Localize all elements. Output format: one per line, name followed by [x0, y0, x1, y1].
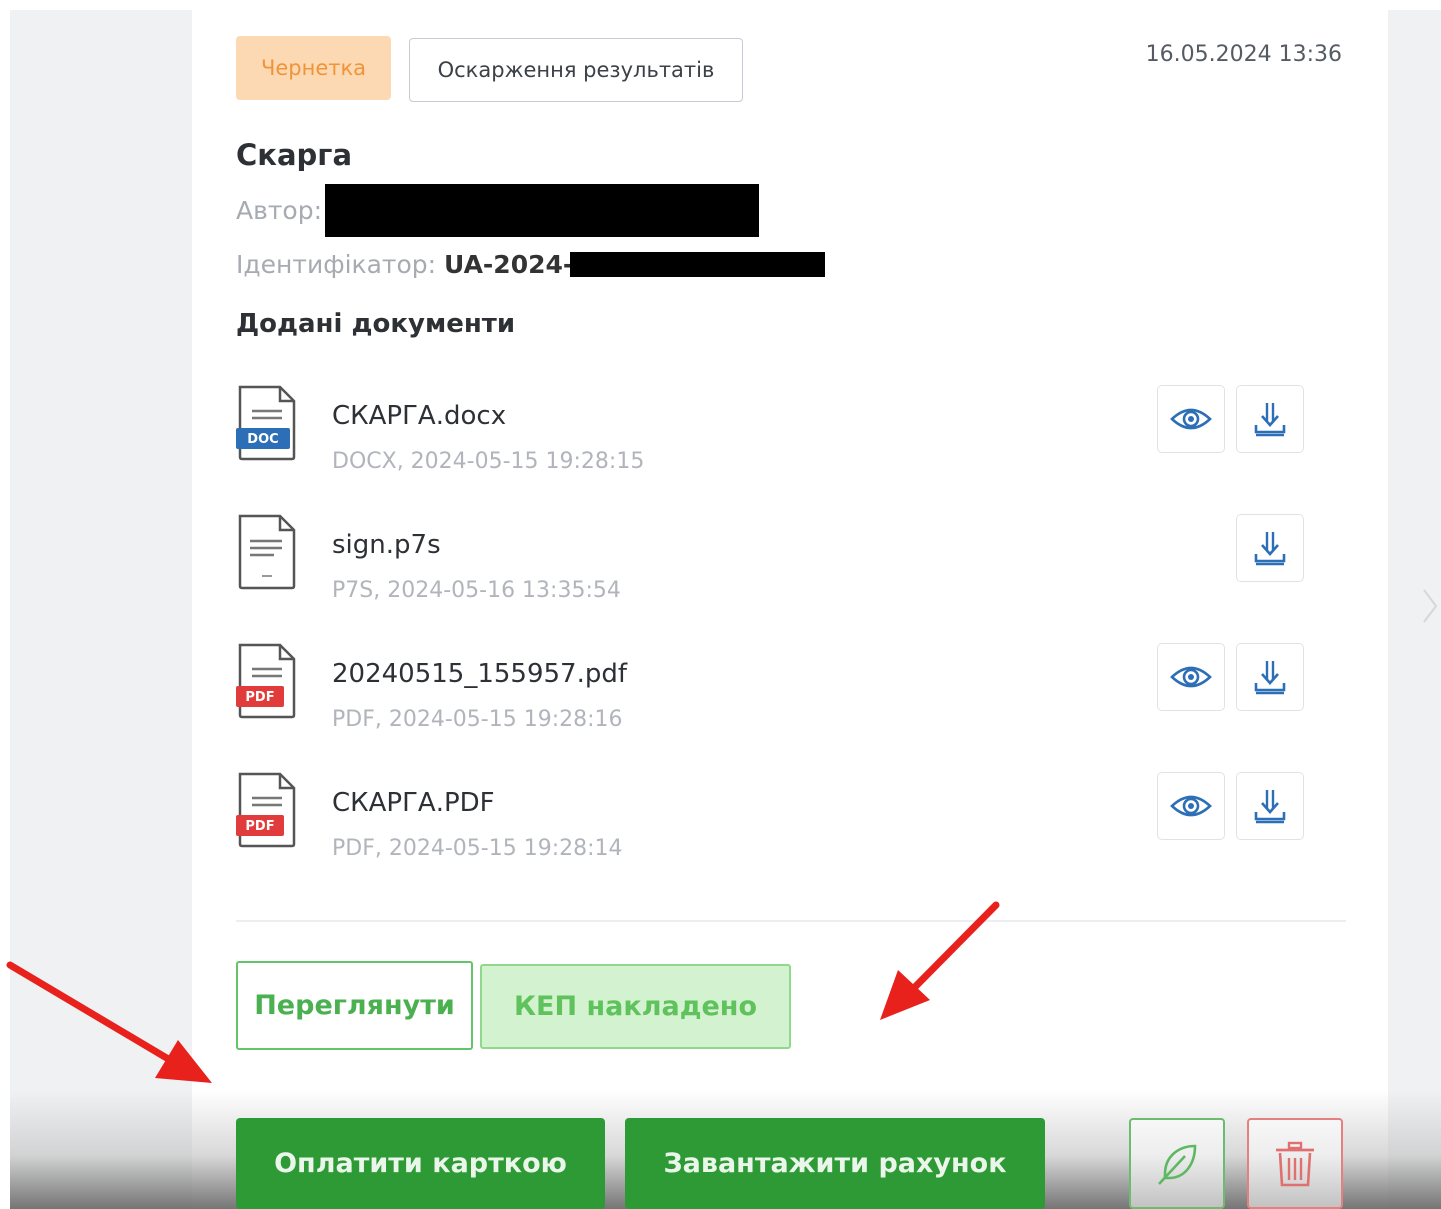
page-title: Скарга	[236, 138, 353, 172]
document-name[interactable]: sign.p7s	[332, 530, 441, 560]
preview-button[interactable]: Переглянути	[236, 961, 473, 1050]
feather-icon	[1158, 1144, 1197, 1185]
eye-icon	[1170, 666, 1212, 688]
created-date: 16.05.2024 13:36	[1145, 42, 1342, 67]
document-info: DOCX, 2024-05-15 19:28:15	[332, 449, 645, 474]
list-item: sign.p7s P7S, 2024-05-16 13:35:54	[236, 514, 1306, 624]
generic-file-icon	[238, 514, 296, 590]
divider	[236, 920, 1346, 922]
identifier-label: Ідентифікатор:	[236, 250, 437, 279]
file-type-badge: PDF	[245, 819, 274, 834]
identifier-value: UA-2024-	[444, 250, 574, 279]
documents-section-title: Додані документи	[236, 309, 516, 339]
document-name[interactable]: 20240515_155957.pdf	[332, 659, 627, 689]
kep-signed-button[interactable]: КЕП накладено	[480, 964, 791, 1049]
eye-icon	[1170, 408, 1212, 430]
status-badge: Чернетка	[236, 36, 391, 100]
delete-button[interactable]	[1247, 1118, 1343, 1209]
list-item: DOC СКАРГА.docx DOCX, 2024-05-15 19:28:1…	[236, 385, 1306, 495]
eye-icon	[1170, 795, 1212, 817]
download-document-button[interactable]	[1236, 643, 1304, 711]
pdf-file-icon: PDF	[236, 643, 296, 719]
file-type-badge: PDF	[245, 690, 274, 705]
doc-file-icon: DOC	[236, 385, 296, 461]
document-info: PDF, 2024-05-15 19:28:14	[332, 836, 623, 861]
download-document-button[interactable]	[1236, 772, 1304, 840]
redacted-author	[325, 184, 759, 237]
download-icon	[1254, 532, 1286, 566]
list-item: PDF СКАРГА.PDF PDF, 2024-05-15 19:28:14	[236, 772, 1306, 882]
download-document-button[interactable]	[1236, 385, 1304, 453]
view-document-button[interactable]	[1157, 643, 1225, 711]
download-icon	[1254, 790, 1286, 824]
download-icon	[1254, 403, 1286, 437]
pay-by-card-button[interactable]: Оплатити карткою	[236, 1118, 605, 1209]
chevron-right-icon[interactable]	[1420, 586, 1440, 626]
pdf-file-icon: PDF	[236, 772, 296, 848]
document-name[interactable]: СКАРГА.PDF	[332, 788, 495, 818]
document-info: P7S, 2024-05-16 13:35:54	[332, 578, 621, 603]
complaint-type-badge: Оскарження результатів	[409, 38, 743, 102]
download-icon	[1254, 661, 1286, 695]
view-document-button[interactable]	[1157, 772, 1225, 840]
file-type-badge: DOC	[247, 432, 278, 447]
identifier-line: Ідентифікатор: UA-2024-	[236, 250, 573, 279]
download-invoice-button[interactable]: Завантажити рахунок	[625, 1118, 1045, 1209]
document-info: PDF, 2024-05-15 19:28:16	[332, 707, 623, 732]
download-document-button[interactable]	[1236, 514, 1304, 582]
author-label: Автор:	[236, 196, 322, 225]
document-name[interactable]: СКАРГА.docx	[332, 401, 506, 431]
redacted-identifier	[570, 252, 825, 277]
view-document-button[interactable]	[1157, 385, 1225, 453]
author-line: Автор:	[236, 196, 322, 225]
sign-button[interactable]	[1129, 1118, 1225, 1209]
trash-icon	[1276, 1141, 1314, 1186]
list-item: PDF 20240515_155957.pdf PDF, 2024-05-15 …	[236, 643, 1306, 753]
